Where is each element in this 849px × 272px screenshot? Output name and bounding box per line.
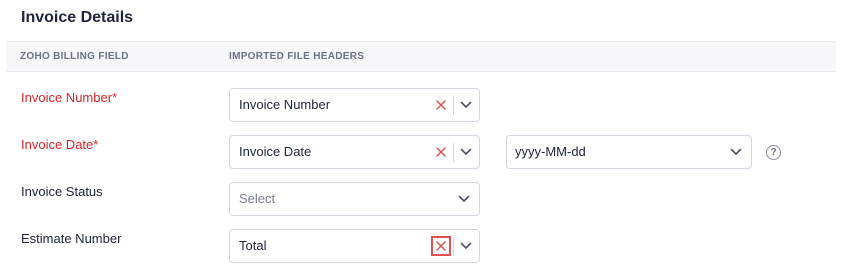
- question-circle-icon[interactable]: ?: [766, 145, 781, 160]
- field-label-invoice-date: Invoice Date*: [21, 137, 99, 152]
- chevron-down-icon[interactable]: [458, 193, 470, 205]
- chevron-down-icon[interactable]: [460, 99, 472, 111]
- section-title: Invoice Details: [21, 9, 134, 26]
- select-placeholder: Select: [239, 191, 276, 206]
- divider: [453, 96, 454, 115]
- select-value: yyyy-MM-dd: [515, 144, 586, 159]
- invoice-number-select[interactable]: Invoice Number: [229, 88, 480, 122]
- close-icon[interactable]: [433, 144, 449, 160]
- estimate-number-select[interactable]: Total: [229, 229, 480, 263]
- close-icon[interactable]: [433, 97, 449, 113]
- divider: [453, 237, 454, 256]
- field-label-invoice-number: Invoice Number*: [21, 90, 118, 105]
- column-header-billing-field: ZOHO BILLING FIELD: [20, 51, 129, 62]
- invoice-status-select[interactable]: Select: [229, 182, 480, 216]
- invoice-date-select[interactable]: Invoice Date: [229, 135, 480, 169]
- divider: [453, 143, 454, 162]
- mapping-table-header: ZOHO BILLING FIELD IMPORTED FILE HEADERS: [6, 41, 836, 72]
- chevron-down-icon[interactable]: [730, 146, 742, 158]
- field-label-invoice-status: Invoice Status: [21, 184, 103, 199]
- close-icon[interactable]: [431, 236, 451, 256]
- column-header-imported-headers: IMPORTED FILE HEADERS: [229, 51, 365, 62]
- select-value: Total: [239, 238, 267, 253]
- chevron-down-icon[interactable]: [460, 240, 472, 252]
- field-label-estimate-number: Estimate Number: [21, 231, 122, 246]
- date-format-select[interactable]: yyyy-MM-dd: [506, 135, 752, 169]
- select-value: Invoice Date: [239, 144, 312, 159]
- chevron-down-icon[interactable]: [460, 146, 472, 158]
- select-value: Invoice Number: [239, 97, 331, 112]
